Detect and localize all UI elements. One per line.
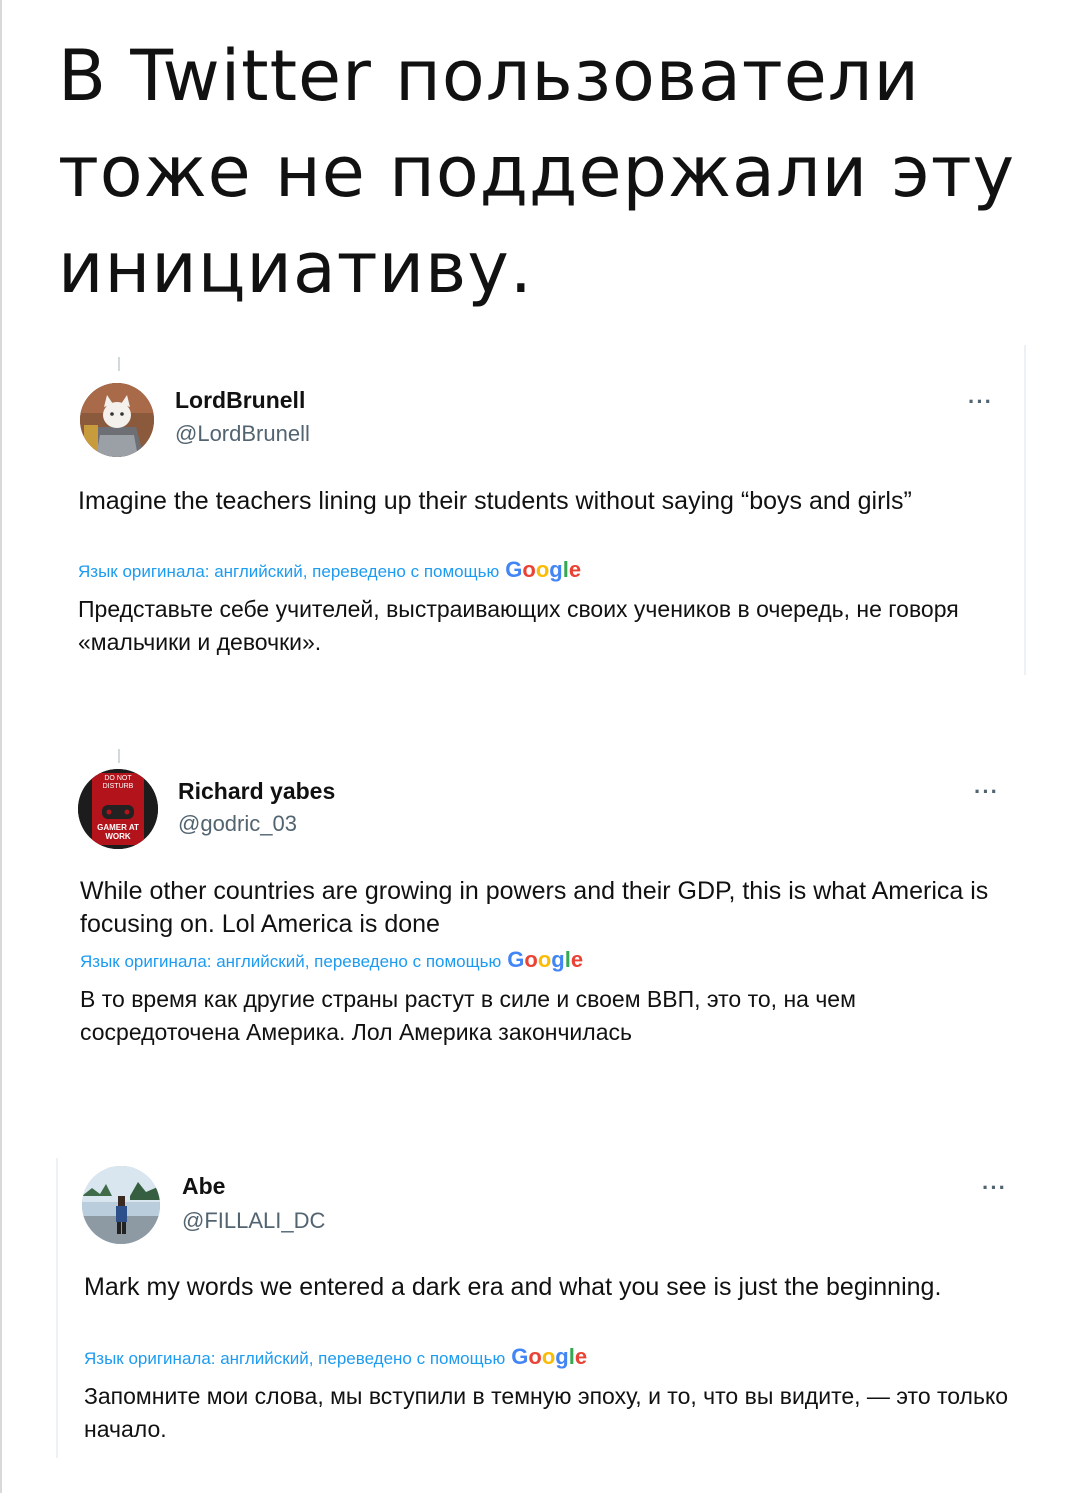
user-handle[interactable]: @LordBrunell [175,421,310,447]
translated-text: В то время как другие страны растут в си… [80,986,856,1045]
more-options-icon[interactable]: ··· [968,389,993,415]
translation-label: Язык оригинала: английский, переведено с… [78,562,500,581]
avatar-caption-top: DO NOT DISTURB [102,775,134,790]
tweet-text: Imagine the teachers lining up their stu… [78,487,912,515]
google-logo-icon: Google [511,1344,588,1369]
user-display-name[interactable]: Richard yabes [178,778,335,805]
user-display-name[interactable]: LordBrunell [175,387,305,414]
card-divider [1024,345,1026,675]
thread-line [118,357,120,371]
google-logo-icon: Google [507,947,584,972]
translation-note[interactable]: Язык оригинала: английский, переведено с… [84,1344,587,1370]
google-logo-icon: Google [505,557,582,582]
more-options-icon[interactable]: ··· [982,1175,1007,1201]
avatar-caption-bottom: GAMER AT WORK [97,823,139,841]
tweet-text: While other countries are growing in pow… [80,877,989,938]
user-display-name[interactable]: Abe [182,1173,225,1200]
avatar[interactable] [80,383,154,457]
translated-text: Представьте себе учителей, выстраивающих… [78,596,959,655]
translation-label: Язык оригинала: английский, переведено с… [84,1349,506,1368]
page-title: В Twitter пользователи тоже не поддержал… [58,35,1016,309]
tweet-card[interactable]: LordBrunell @LordBrunell ··· Imagine the… [56,345,1026,675]
tweet-card[interactable]: DO NOT DISTURB GAMER AT WORK Richard yab… [56,735,1026,1065]
left-border [0,0,2,1493]
tweet-text: Mark my words we entered a dark era and … [84,1273,942,1301]
translation-note[interactable]: Язык оригинала: английский, переведено с… [80,947,583,973]
thread-line [118,749,120,763]
avatar[interactable]: DO NOT DISTURB GAMER AT WORK [78,769,158,849]
avatar[interactable] [82,1166,160,1244]
translation-label: Язык оригинала: английский, переведено с… [80,952,502,971]
user-handle[interactable]: @FILLALI_DC [182,1208,325,1234]
user-handle[interactable]: @godric_03 [178,811,297,837]
translation-note[interactable]: Язык оригинала: английский, переведено с… [78,557,581,583]
person-photo-icon [82,1166,160,1244]
card-divider [56,1158,58,1458]
translated-text: Запомните мои слова, мы вступили в темну… [84,1383,1009,1442]
cat-portrait-icon [80,383,154,457]
tweet-card[interactable]: Abe @FILLALI_DC ··· Mark my words we ent… [56,1158,1026,1458]
more-options-icon[interactable]: ··· [974,779,999,805]
